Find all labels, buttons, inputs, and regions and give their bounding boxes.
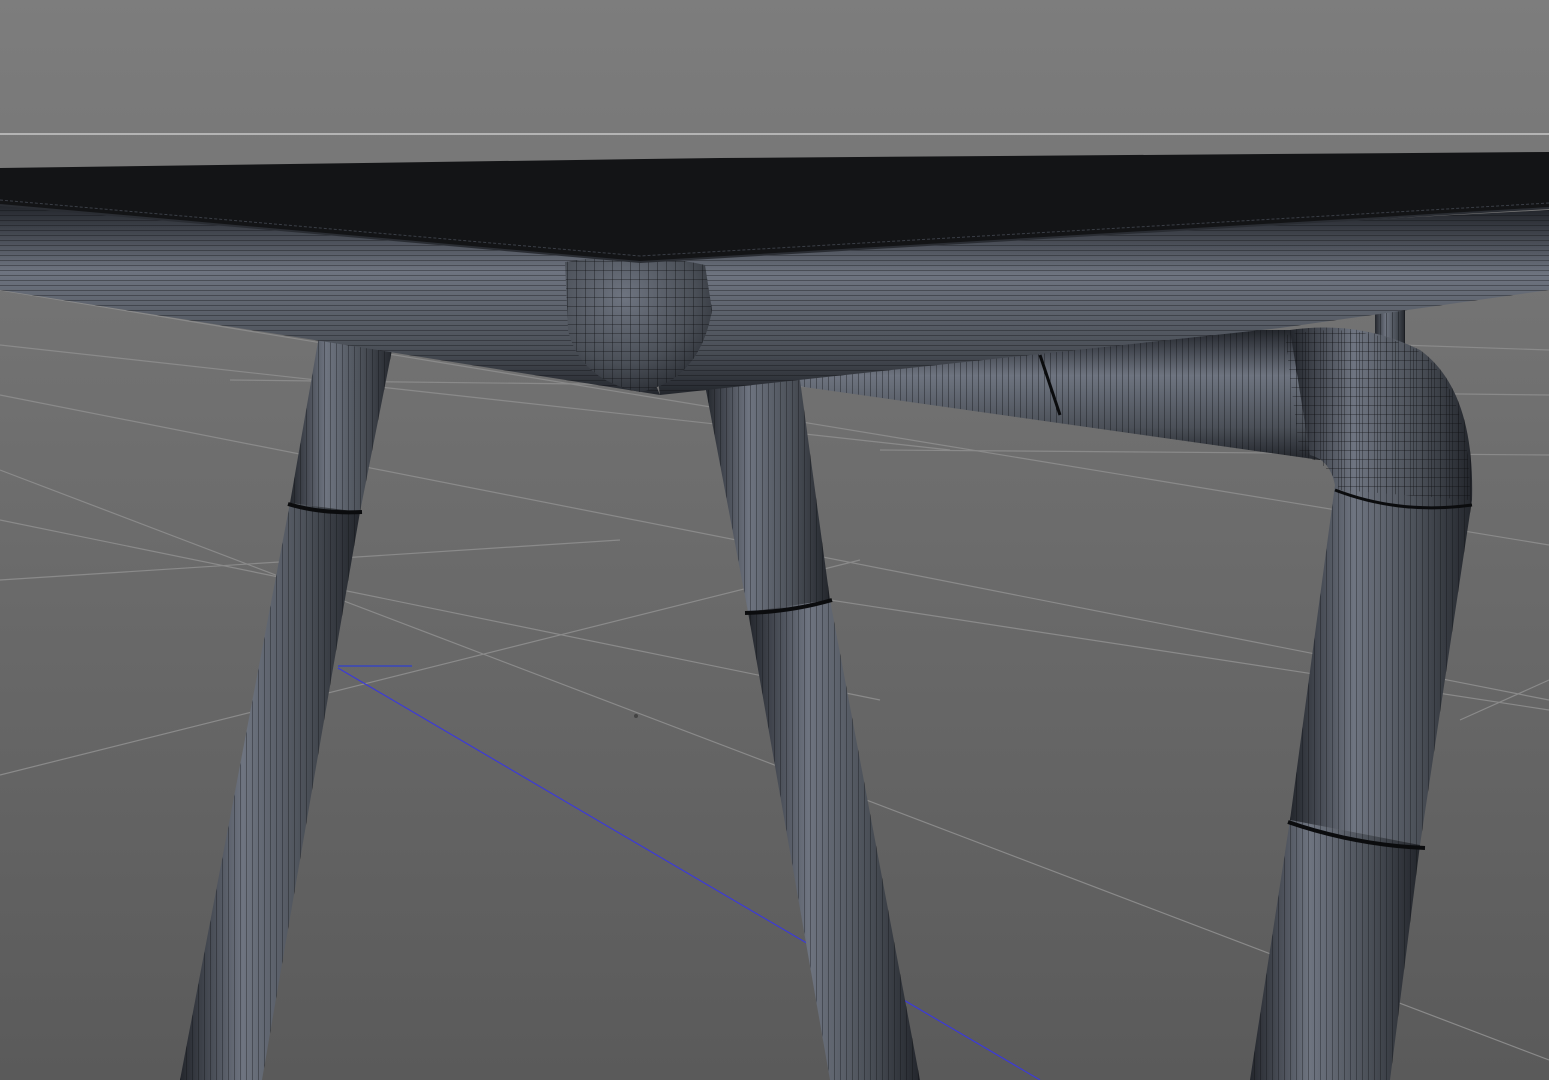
viewport-canvas[interactable] xyxy=(0,0,1549,1080)
world-origin-dot xyxy=(634,714,638,718)
3d-viewport[interactable] xyxy=(0,0,1549,1080)
